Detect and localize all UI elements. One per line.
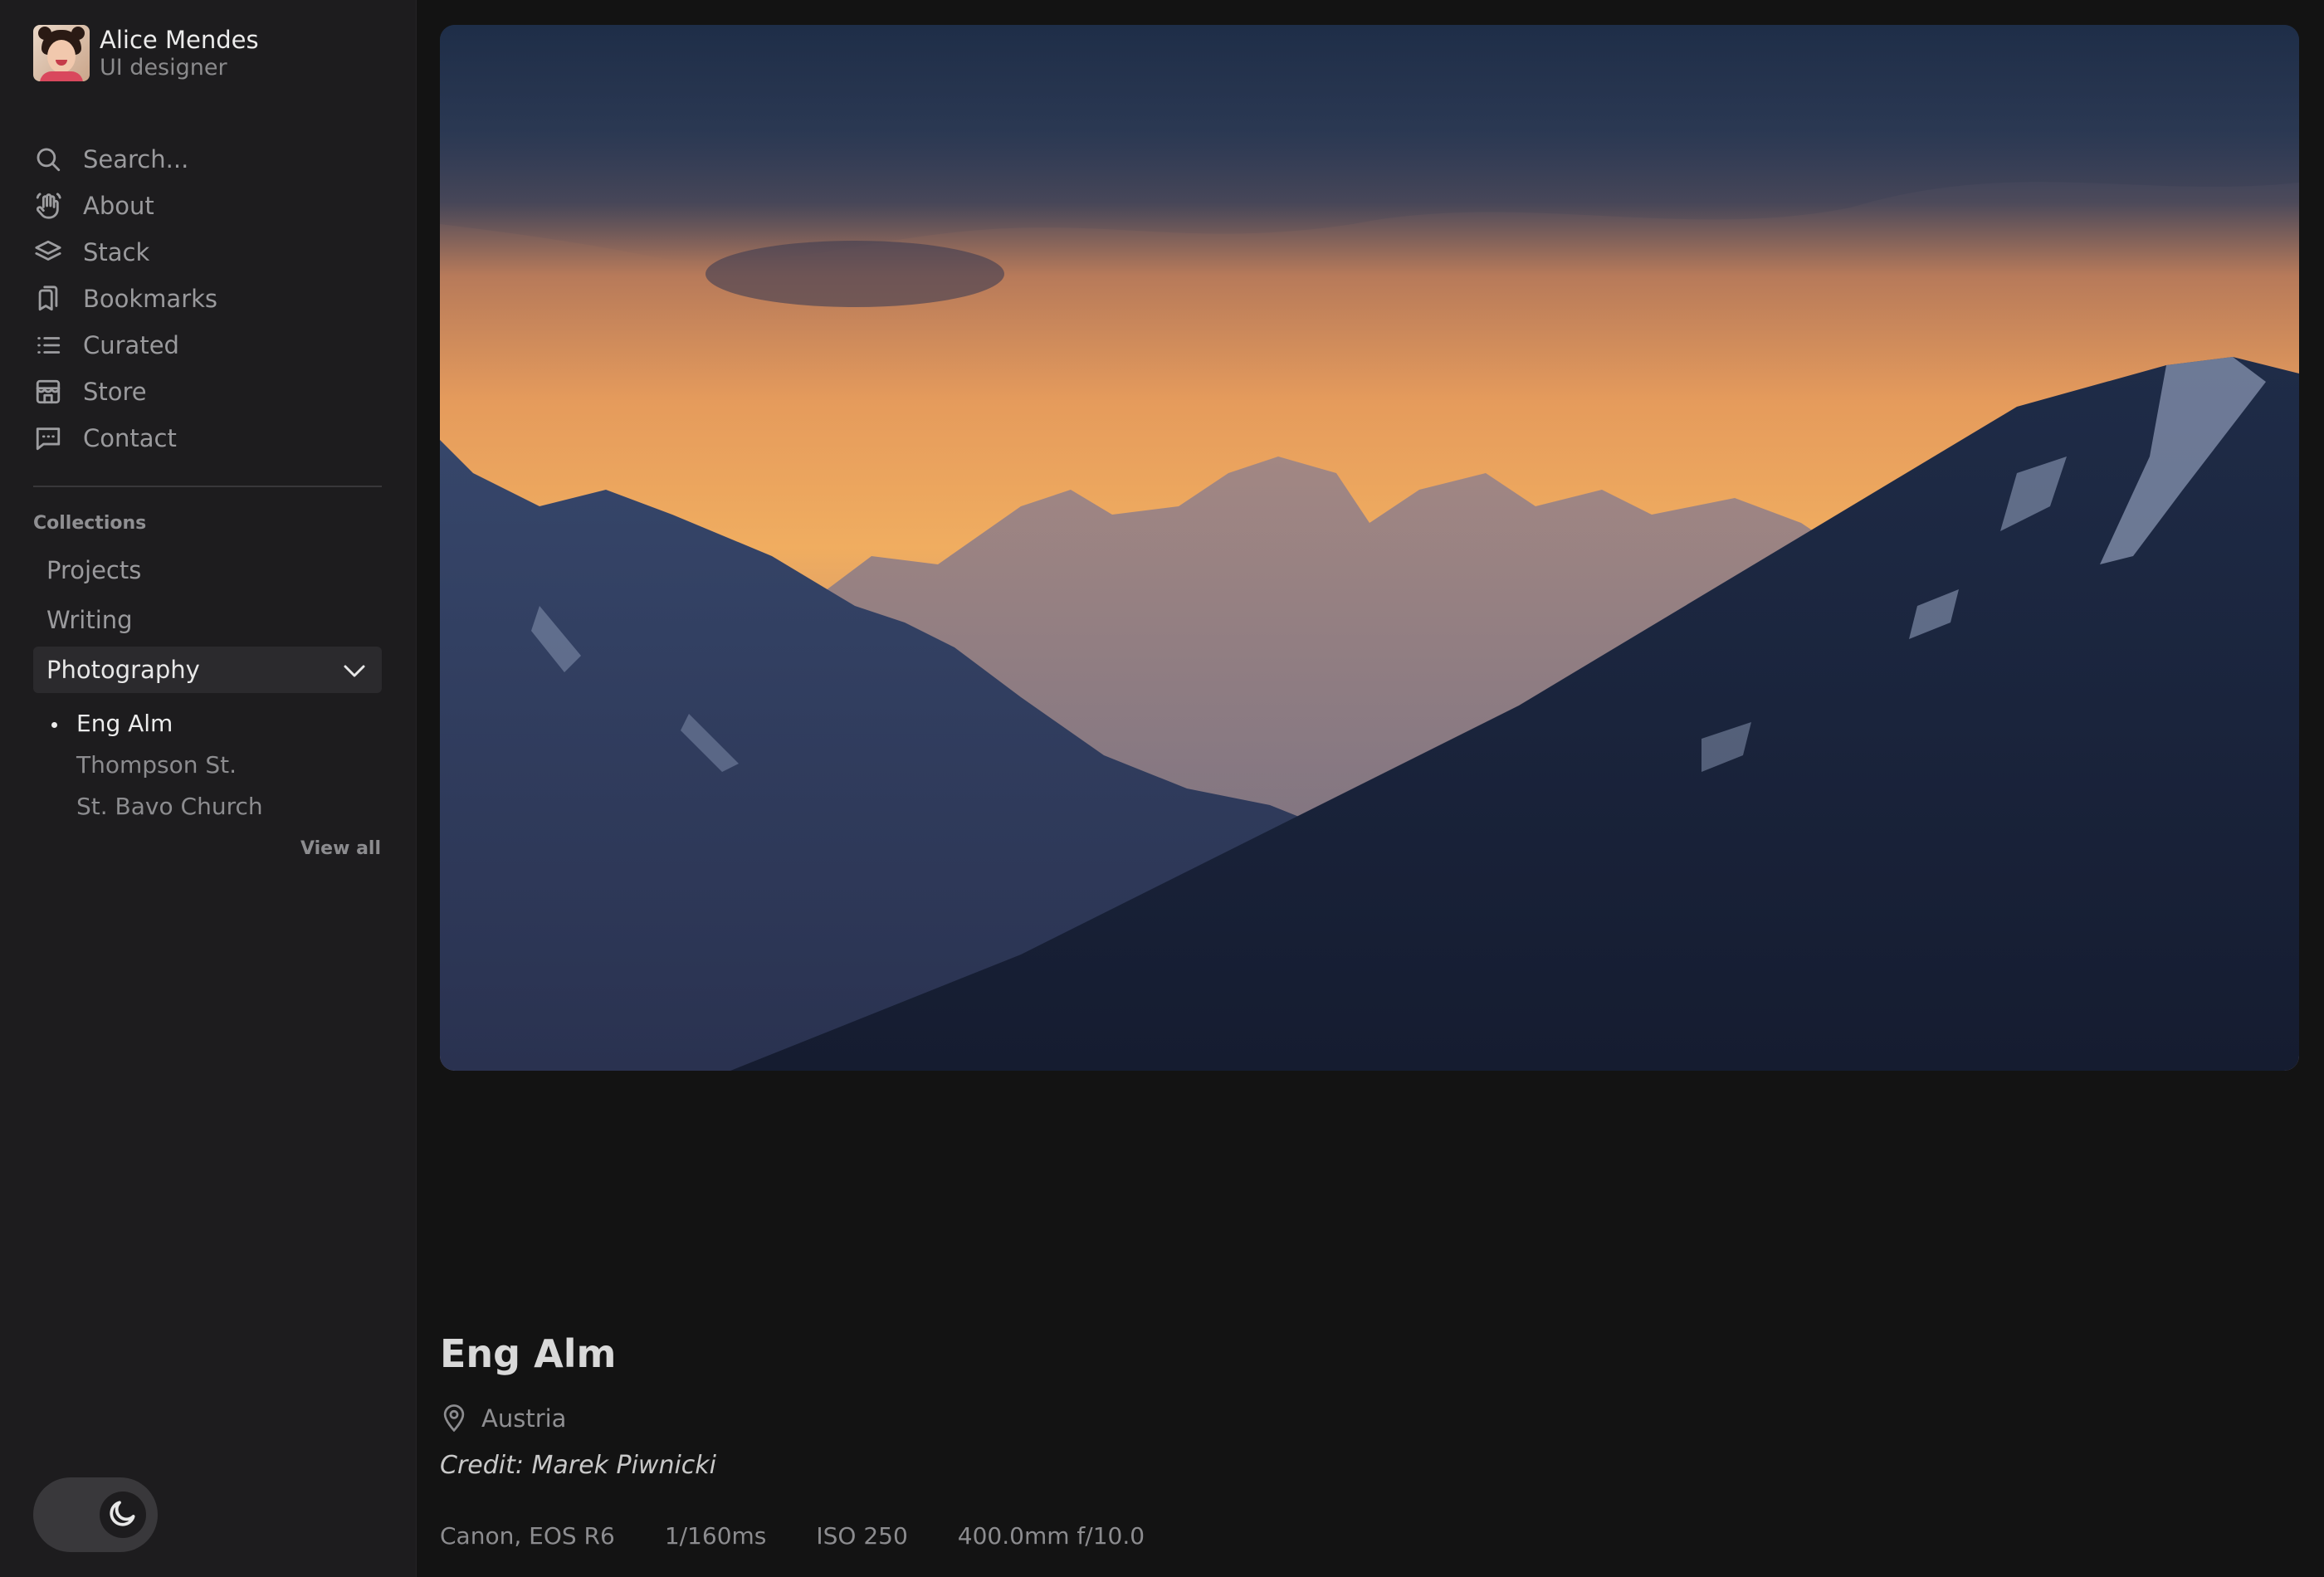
view-all-link[interactable]: View all xyxy=(300,838,381,859)
profile-name: Alice Mendes xyxy=(100,26,259,54)
sidebar-item-store[interactable]: Store xyxy=(33,369,382,415)
hand-wave-icon xyxy=(33,191,63,221)
location-text: Austria xyxy=(481,1404,567,1433)
sidebar-item-label: Contact xyxy=(83,424,177,452)
store-icon xyxy=(33,377,63,407)
bookmarks-icon xyxy=(33,284,63,314)
collection-writing[interactable]: Writing xyxy=(33,597,382,643)
sidebar-item-bookmarks[interactable]: Bookmarks xyxy=(33,276,382,322)
sidebar-item-contact[interactable]: Contact xyxy=(33,415,382,461)
search-placeholder: Search... xyxy=(83,145,189,173)
exif-camera: Canon, EOS R6 xyxy=(440,1522,615,1550)
sidebar-item-about[interactable]: About xyxy=(33,183,382,229)
profile[interactable]: Alice Mendes UI designer xyxy=(33,25,259,81)
profile-role: UI designer xyxy=(100,55,227,81)
layers-icon xyxy=(33,237,63,267)
collection-photography[interactable]: Photography xyxy=(33,647,382,693)
sidebar-item-label: Stack xyxy=(83,238,150,266)
active-bullet xyxy=(51,722,57,728)
toggle-knob xyxy=(100,1492,146,1538)
sidebar-item-label: Curated xyxy=(83,331,179,359)
collections-heading: Collections xyxy=(33,513,147,534)
list-icon xyxy=(33,330,63,360)
search-icon xyxy=(33,144,63,174)
exif-lens: 400.0mm f/10.0 xyxy=(957,1522,1145,1550)
search-input[interactable]: Search... xyxy=(33,136,382,183)
theme-toggle[interactable] xyxy=(33,1477,158,1552)
location-pin-icon xyxy=(440,1401,468,1436)
chevron-down-icon xyxy=(342,659,367,681)
sidebar-item-stack[interactable]: Stack xyxy=(33,229,382,276)
sidebar-item-curated[interactable]: Curated xyxy=(33,322,382,369)
sidebar-item-label: Store xyxy=(83,378,147,406)
collection-projects[interactable]: Projects xyxy=(33,547,382,593)
photo-item-st-bavo-church[interactable]: St. Bavo Church xyxy=(76,793,263,820)
sidebar-nav: Search... About Stack Bookmarks Curated … xyxy=(33,136,382,461)
sidebar-divider xyxy=(33,486,382,487)
collection-label: Photography xyxy=(46,656,200,684)
avatar xyxy=(33,25,90,81)
moon-icon xyxy=(107,1497,139,1532)
photo-item-eng-alm[interactable]: Eng Alm xyxy=(76,710,173,737)
sidebar-item-label: Bookmarks xyxy=(83,285,218,313)
photo-image[interactable] xyxy=(440,25,2299,1071)
sidebar: Alice Mendes UI designer Search... About xyxy=(0,0,417,1577)
message-icon xyxy=(33,423,63,453)
exif-shutter: 1/160ms xyxy=(664,1522,767,1550)
photo-credit: Credit: Marek Piwnicki xyxy=(440,1451,717,1480)
app-window: Alice Mendes UI designer Search... About xyxy=(0,0,2324,1577)
exif-info: Canon, EOS R6 1/160ms ISO 250 400.0mm f/… xyxy=(440,1522,1194,1550)
photo-location: Austria xyxy=(440,1401,566,1436)
photo-item-thompson-st[interactable]: Thompson St. xyxy=(76,751,237,779)
sidebar-item-label: About xyxy=(83,192,154,220)
photo-title: Eng Alm xyxy=(440,1331,617,1376)
exif-iso: ISO 250 xyxy=(816,1522,908,1550)
